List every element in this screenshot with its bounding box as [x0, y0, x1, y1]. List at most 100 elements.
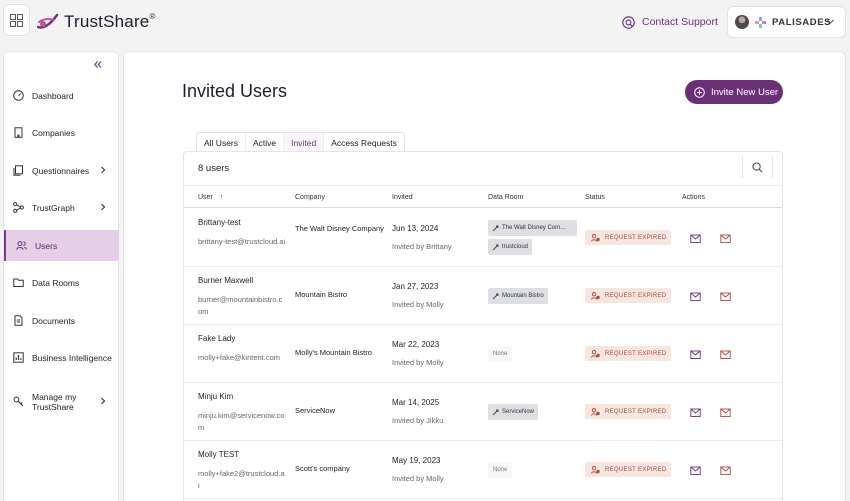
revoke-invite-icon[interactable] [720, 233, 731, 244]
app-switcher-button[interactable] [3, 4, 30, 36]
table-row[interactable]: Brittany-test brittany-test@trustcloud.a… [184, 209, 782, 267]
sidebar: Dashboard Companies Questionnaires Trust… [3, 51, 119, 501]
user-email: burner@mountainbistro.com [198, 295, 283, 316]
resend-invite-icon[interactable] [690, 233, 701, 244]
sidebar-item-label: Questionnaires [32, 165, 90, 176]
contact-support-label: Contact Support [642, 16, 718, 28]
link-icon [492, 409, 499, 415]
sidebar-item-documents[interactable]: Documents [4, 305, 119, 336]
dashboard-icon [13, 90, 24, 101]
sidebar-item-manage-trustshare[interactable]: Manage my TrustShare [4, 386, 119, 417]
users-icon [16, 240, 27, 251]
table-row[interactable]: Molly TEST molly+fake2@trustcloud.ai Sco… [184, 441, 782, 499]
column-header-user-label: User [198, 194, 213, 201]
main-panel: Invited Users Invite New User All Users … [123, 51, 846, 501]
tab-all-users[interactable]: All Users [197, 133, 247, 152]
support-icon [622, 15, 635, 29]
column-header-status[interactable]: Status [585, 194, 605, 201]
user-email: brittany-test@trustcloud.ai [198, 237, 286, 246]
chevron-right-icon [101, 397, 106, 405]
user-count: 8 users [198, 163, 230, 174]
graph-icon [13, 202, 24, 213]
table-row[interactable]: Minju Kim minju.kim@servicenow.com Servi… [184, 383, 782, 441]
sidebar-item-label: TrustGraph [32, 202, 75, 213]
sidebar-item-dashboard[interactable]: Dashboard [4, 80, 119, 111]
data-room-none: None [488, 462, 513, 478]
data-room-none: None [488, 346, 513, 362]
sidebar-item-business-intelligence[interactable]: Business Intelligence [4, 342, 119, 373]
sidebar-item-companies[interactable]: Companies [4, 117, 119, 148]
user-name: Brittany-test [198, 218, 241, 227]
table-row[interactable]: Fake Lady molly+fake@kintent.com Molly's… [184, 325, 782, 383]
invite-new-user-button[interactable]: Invite New User [685, 80, 783, 104]
revoke-invite-icon[interactable] [720, 465, 731, 476]
data-room-tag[interactable]: The Walt Disney Com… [488, 220, 577, 236]
collapse-sidebar-button[interactable] [94, 60, 102, 71]
org-name: PALISADES [772, 16, 832, 28]
invited-by: Invited by Molly [392, 300, 444, 309]
users-table: 8 users User ↑ Company Invited Data Room… [183, 151, 783, 501]
page-title: Invited Users [182, 81, 288, 101]
status-badge: REQUEST EXPIRED [585, 230, 671, 245]
revoke-invite-icon[interactable] [720, 407, 731, 418]
status-badge: REQUEST EXPIRED [585, 288, 671, 303]
user-email: molly+fake@kintent.com [198, 353, 281, 362]
search-button[interactable] [742, 156, 773, 178]
avatar[interactable] [735, 15, 749, 29]
sidebar-item-users[interactable]: Users [4, 230, 119, 261]
resend-invite-icon[interactable] [690, 407, 701, 418]
data-room-tag[interactable]: ServiceNow [488, 404, 539, 420]
revoke-invite-icon[interactable] [720, 349, 731, 360]
data-room-tag[interactable]: Mountain Bistro [488, 288, 548, 304]
data-room-tag[interactable]: trustcloud [488, 239, 533, 255]
invited-date: May 19, 2023 [392, 456, 441, 465]
tab-invited[interactable]: Invited [284, 133, 325, 152]
sidebar-item-data-rooms[interactable]: Data Rooms [4, 267, 119, 298]
column-header-invited[interactable]: Invited [392, 194, 413, 201]
status-label: REQUEST EXPIRED [605, 408, 667, 415]
sidebar-item-questionnaires[interactable]: Questionnaires [4, 155, 119, 186]
chevron-right-icon [101, 166, 106, 174]
resend-invite-icon[interactable] [690, 465, 701, 476]
company-name: ServiceNow [295, 406, 336, 415]
sidebar-item-label: Companies [32, 127, 75, 138]
user-name: Molly TEST [198, 450, 240, 459]
company-name: Molly's Mountain Bistro [295, 348, 372, 357]
status-badge: REQUEST EXPIRED [585, 462, 671, 477]
invited-date: Mar 14, 2025 [392, 398, 440, 407]
invited-by: Invited by Molly [392, 474, 444, 483]
contact-support-link[interactable]: Contact Support [622, 12, 718, 32]
plus-circle-icon [694, 86, 705, 98]
sidebar-item-label-line1: Manage my [32, 391, 77, 402]
sidebar-item-label: Documents [32, 315, 75, 326]
status-label: REQUEST EXPIRED [605, 234, 667, 241]
org-switcher[interactable]: PALISADES [727, 6, 846, 38]
user-expired-icon [591, 349, 600, 358]
revoke-invite-icon[interactable] [720, 291, 731, 302]
resend-invite-icon[interactable] [690, 291, 701, 302]
sidebar-item-label: Dashboard [32, 90, 74, 101]
table-row[interactable]: Burner Maxwell burner@mountainbistro.com… [184, 267, 782, 325]
link-icon [492, 244, 499, 250]
sidebar-item-label: Business Intelligence [32, 352, 112, 363]
column-header-company[interactable]: Company [295, 194, 325, 201]
user-filter-tabs: All Users Active Invited Access Requests [196, 132, 405, 152]
trustshare-logo[interactable]: TrustShare® [37, 10, 156, 34]
user-expired-icon [591, 465, 600, 474]
sidebar-item-label: Users [35, 240, 58, 251]
user-expired-icon [591, 407, 600, 416]
resend-invite-icon[interactable] [690, 349, 701, 360]
tab-active[interactable]: Active [246, 133, 285, 152]
status-badge: REQUEST EXPIRED [585, 404, 671, 419]
document-icon [13, 315, 24, 326]
column-header-user[interactable]: User ↑ [198, 194, 223, 201]
sidebar-item-trustgraph[interactable]: TrustGraph [4, 192, 119, 223]
invited-date: Mar 22, 2023 [392, 340, 440, 349]
sidebar-item-label-line2: TrustShare [32, 401, 74, 412]
tab-access-requests[interactable]: Access Requests [324, 133, 404, 152]
chevron-down-icon [827, 19, 834, 24]
data-room-name: Mountain Bistro [502, 293, 544, 299]
data-room-name: trustcloud [502, 244, 529, 250]
column-header-data-room[interactable]: Data Room [488, 194, 523, 201]
column-header-actions: Actions [682, 194, 705, 201]
